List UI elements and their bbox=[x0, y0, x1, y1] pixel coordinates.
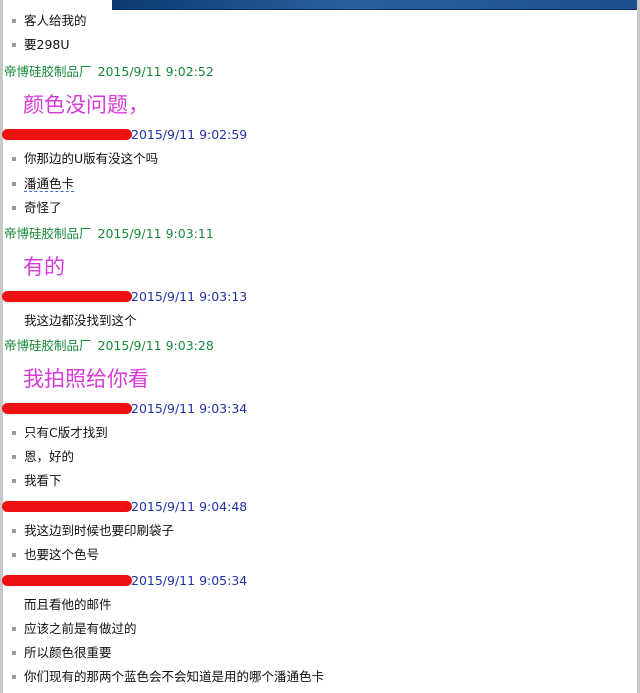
sender-header-contact: 2015/9/11 9:03:13 bbox=[0, 289, 247, 305]
message-line: 要298U bbox=[0, 37, 70, 53]
message-line: 我这边到时候也要印刷袋子 bbox=[0, 523, 174, 539]
sender-header-self: 帝博硅胶制品厂 2015/9/11 9:02:52 bbox=[0, 64, 214, 80]
message-text: 只有C版才找到 bbox=[24, 425, 108, 440]
sender-header-contact: 2015/9/11 9:03:34 bbox=[0, 401, 247, 417]
message-line: 应该之前是有做过的 bbox=[0, 621, 137, 637]
timestamp: 2015/9/11 9:03:28 bbox=[97, 338, 214, 353]
message-line: 恩，好的 bbox=[0, 449, 74, 465]
message-text: 也要这个色号 bbox=[24, 547, 100, 562]
bullet-dot-icon bbox=[12, 206, 16, 210]
message-line: 也要这个色号 bbox=[0, 547, 99, 563]
message-text: 客人给我的 bbox=[24, 13, 87, 28]
timestamp: 2015/9/11 9:02:59 bbox=[131, 127, 248, 142]
message-line: 你那边的U版有没这个吗 bbox=[0, 151, 158, 167]
timestamp: 2015/9/11 9:03:13 bbox=[131, 289, 248, 304]
message-line: 我看下 bbox=[0, 473, 62, 489]
sender-header-contact: 2015/9/11 9:02:59 bbox=[0, 127, 247, 143]
timestamp: 2015/9/11 9:05:34 bbox=[131, 573, 248, 588]
large-message-text: 我拍照给你看 bbox=[23, 367, 149, 391]
message-line: 所以颜色很重要 bbox=[0, 645, 112, 661]
message-text: 奇怪了 bbox=[24, 200, 62, 215]
message-text: 应该之前是有做过的 bbox=[24, 621, 137, 636]
sender-header-contact: 2015/9/11 9:05:34 bbox=[0, 573, 247, 589]
message-line: 我这边都没找到这个 bbox=[0, 313, 137, 329]
bullet-dot-icon bbox=[12, 43, 16, 47]
redacted-sender-name bbox=[2, 129, 132, 140]
message-text: 你们现有的那两个蓝色会不会知道是用的哪个潘通色卡 bbox=[24, 669, 325, 684]
message-line: 而且看他的邮件 bbox=[0, 597, 112, 613]
redacted-sender-name bbox=[2, 501, 132, 512]
redacted-sender-name bbox=[2, 575, 132, 586]
sender-header-contact: 2015/9/11 9:04:48 bbox=[0, 499, 247, 515]
sender-name: 帝博硅胶制品厂 bbox=[4, 64, 92, 79]
message-text: 而且看他的邮件 bbox=[24, 597, 112, 612]
message-line: 奇怪了 bbox=[0, 200, 62, 216]
bullet-dot-icon bbox=[12, 651, 16, 655]
large-message-text: 颜色没问题， bbox=[23, 93, 149, 117]
redacted-sender-name bbox=[2, 403, 132, 414]
bullet-dot-icon bbox=[12, 553, 16, 557]
message-text: 我这边到时候也要印刷袋子 bbox=[24, 523, 175, 538]
message-text: 我这边都没找到这个 bbox=[24, 313, 137, 328]
message-line: 只有C版才找到 bbox=[0, 425, 108, 441]
timestamp: 2015/9/11 9:03:34 bbox=[131, 401, 248, 416]
message-line: 客人给我的 bbox=[0, 13, 87, 29]
sender-header-self: 帝博硅胶制品厂 2015/9/11 9:03:28 bbox=[0, 338, 214, 354]
message-text: 恩，好的 bbox=[24, 449, 75, 464]
message-text: 你那边的U版有没这个吗 bbox=[24, 151, 159, 166]
message-text: 我看下 bbox=[24, 473, 62, 488]
bullet-dot-icon bbox=[12, 19, 16, 23]
bullet-dot-icon bbox=[12, 182, 16, 186]
bullet-dot-icon bbox=[12, 431, 16, 435]
sender-name: 帝博硅胶制品厂 bbox=[4, 226, 92, 241]
bullet-dot-icon bbox=[12, 627, 16, 631]
bullet-dot-icon bbox=[12, 529, 16, 533]
bullet-dot-icon bbox=[12, 675, 16, 679]
sender-name: 帝博硅胶制品厂 bbox=[4, 338, 92, 353]
large-message-text: 有的 bbox=[23, 255, 65, 279]
timestamp: 2015/9/11 9:04:48 bbox=[131, 499, 248, 514]
message-text: 所以颜色很重要 bbox=[24, 645, 112, 660]
message-text: 潘通色卡 bbox=[24, 176, 75, 192]
bullet-dot-icon bbox=[12, 157, 16, 161]
message-line: 潘通色卡 bbox=[0, 176, 75, 192]
message-line: 你们现有的那两个蓝色会不会知道是用的哪个潘通色卡 bbox=[0, 669, 324, 685]
bullet-dot-icon bbox=[12, 455, 16, 459]
timestamp: 2015/9/11 9:02:52 bbox=[97, 64, 214, 79]
sender-header-self: 帝博硅胶制品厂 2015/9/11 9:03:11 bbox=[0, 226, 214, 242]
timestamp: 2015/9/11 9:03:11 bbox=[97, 226, 214, 241]
message-text: 要298U bbox=[24, 37, 70, 52]
chat-log[interactable]: 客人给我的要298U 帝博硅胶制品厂 2015/9/11 9:02:52 颜色没问题，… bbox=[0, 0, 640, 693]
redacted-sender-name bbox=[2, 291, 132, 302]
bullet-dot-icon bbox=[12, 479, 16, 483]
